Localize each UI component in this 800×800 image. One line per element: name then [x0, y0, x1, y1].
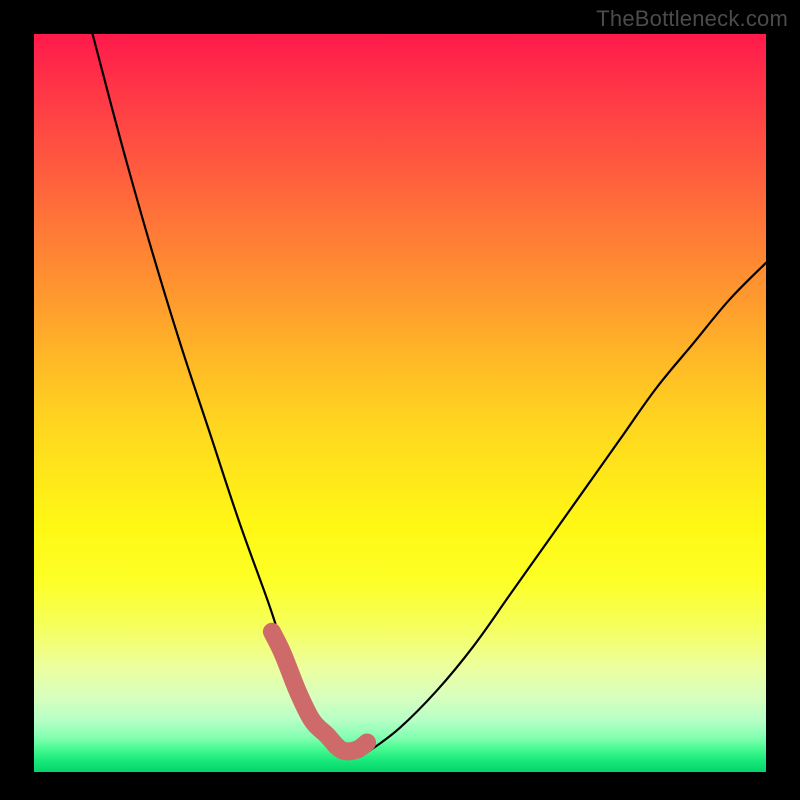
curve-layer — [34, 34, 766, 772]
trough-highlight — [272, 632, 367, 752]
chart-stage: TheBottleneck.com — [0, 0, 800, 800]
bottleneck-curve — [93, 34, 766, 757]
watermark-text: TheBottleneck.com — [596, 6, 788, 32]
